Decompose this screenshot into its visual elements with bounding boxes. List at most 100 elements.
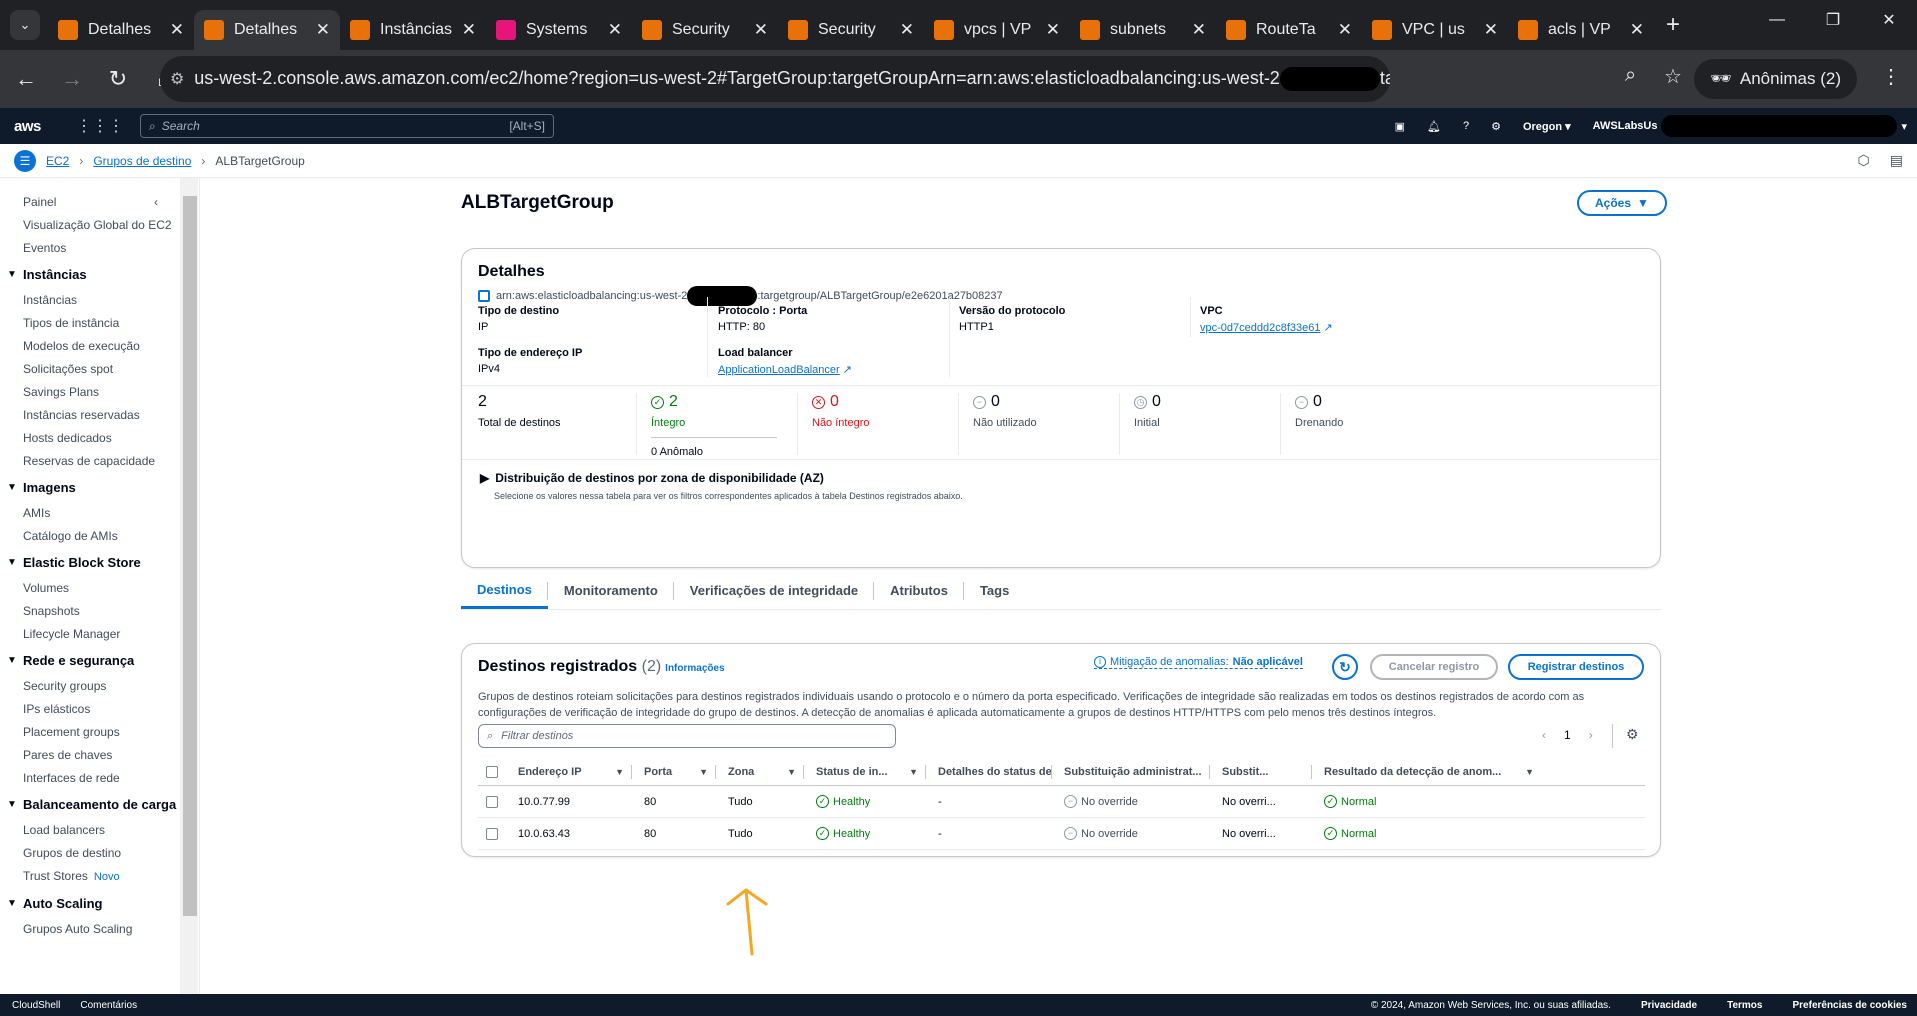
- sidebar-item[interactable]: Modelos de execução: [23, 338, 180, 354]
- close-tab-icon[interactable]: ✕: [1192, 20, 1206, 40]
- tab-search-button[interactable]: ⌄: [10, 10, 40, 40]
- browser-tab[interactable]: Instâncias ✕: [340, 10, 486, 50]
- column-header[interactable]: Porta ▼: [632, 758, 716, 785]
- sidebar-item[interactable]: Savings Plans: [23, 384, 180, 400]
- cookies-link[interactable]: Preferências de cookies: [1792, 1000, 1907, 1011]
- browser-tab[interactable]: Security ✕: [778, 10, 924, 50]
- tab-destinos[interactable]: Destinos: [461, 572, 548, 609]
- close-tab-icon[interactable]: ✕: [1630, 20, 1644, 40]
- sidebar-item[interactable]: Tipos de instância: [23, 315, 180, 331]
- sidebar-section-header[interactable]: ▼ Instâncias: [7, 267, 180, 283]
- sidebar-section-header[interactable]: ▼ Auto Scaling: [7, 896, 180, 912]
- breadcrumb-ec2[interactable]: EC2: [46, 154, 69, 168]
- site-info-icon[interactable]: ⚙: [160, 69, 194, 89]
- sidebar-section-header[interactable]: ▼ Balanceamento de carga: [7, 797, 180, 813]
- anomalous-count[interactable]: 0 Anômalo: [651, 446, 777, 458]
- stat-unhealthy[interactable]: ✕ 0 Não íntegro: [812, 393, 869, 429]
- close-tab-icon[interactable]: ✕: [1046, 20, 1060, 40]
- browser-tab[interactable]: Detalhes ✕: [194, 10, 340, 50]
- feedback-link[interactable]: Comentários: [80, 1000, 137, 1011]
- maximize-icon[interactable]: ❐: [1805, 0, 1861, 40]
- browser-menu-icon[interactable]: ⋮: [1881, 64, 1901, 89]
- help-icon[interactable]: ?: [1463, 120, 1469, 132]
- zoom-search-icon[interactable]: ⌕: [1625, 64, 1636, 87]
- column-header[interactable]: Substit...: [1210, 758, 1312, 785]
- sort-caret-icon[interactable]: ▼: [615, 767, 624, 777]
- address-bar[interactable]: ⚙ us-west-2.console.aws.amazon.com/ec2/h…: [160, 56, 1390, 102]
- cloudshell-link[interactable]: CloudShell: [12, 1000, 60, 1011]
- sidebar-item[interactable]: IPs elásticos: [23, 701, 180, 717]
- url-text[interactable]: us-west-2.console.aws.amazon.com/ec2/hom…: [194, 67, 1390, 91]
- close-tab-icon[interactable]: ✕: [1338, 20, 1352, 40]
- next-page-icon[interactable]: ›: [1589, 728, 1593, 742]
- checkbox[interactable]: [486, 765, 498, 778]
- browser-tab[interactable]: Systems ✕: [486, 10, 632, 50]
- notifications-bell-icon[interactable]: 🔔︎: [1427, 120, 1441, 133]
- collapse-chevron-icon[interactable]: ‹: [154, 194, 158, 210]
- browser-tab[interactable]: Detalhes ✕: [48, 10, 194, 50]
- sidebar-item[interactable]: AMIs: [23, 505, 180, 521]
- sidebar-item[interactable]: Load balancers: [23, 822, 180, 838]
- deregister-button[interactable]: Cancelar registro: [1370, 654, 1498, 680]
- services-grid-icon[interactable]: ⋮⋮⋮: [76, 116, 124, 136]
- copy-icon[interactable]: [478, 290, 490, 302]
- load-balancer-link[interactable]: ApplicationLoadBalancer: [718, 364, 840, 376]
- sidebar-item[interactable]: Volumes: [23, 580, 180, 596]
- sidebar-section-header[interactable]: ▼ Elastic Block Store: [7, 555, 180, 571]
- vpc-link[interactable]: vpc-0d7ceddd2c8f33e61: [1200, 322, 1320, 334]
- sidebar-item[interactable]: Instâncias: [23, 292, 180, 308]
- new-tab-button[interactable]: +: [1666, 11, 1680, 39]
- row-checkbox[interactable]: [478, 786, 506, 817]
- stat-unused[interactable]: −0 Não utilizado: [973, 393, 1037, 429]
- sidebar-item[interactable]: Catálogo de AMIs: [23, 528, 180, 544]
- stat-initial[interactable]: ◷ 0 Initial: [1134, 393, 1161, 429]
- sort-caret-icon[interactable]: ▼: [787, 767, 796, 777]
- close-tab-icon[interactable]: ✕: [900, 20, 914, 40]
- browser-tab[interactable]: VPC | us ✕: [1362, 10, 1508, 50]
- back-icon[interactable]: ←: [6, 59, 46, 99]
- current-page[interactable]: 1: [1564, 728, 1571, 742]
- sidebar-section-header[interactable]: ▼ Imagens: [7, 480, 180, 496]
- column-header[interactable]: Status de in... ▼: [804, 758, 926, 785]
- sidebar-item[interactable]: Eventos: [23, 240, 180, 256]
- sidebar-item[interactable]: Instâncias reservadas: [23, 407, 180, 423]
- column-header[interactable]: Endereço IP ▼: [506, 758, 632, 785]
- minimize-icon[interactable]: —: [1749, 0, 1805, 40]
- stat-draining[interactable]: −0 Drenando: [1295, 393, 1343, 429]
- sort-caret-icon[interactable]: ▼: [1525, 767, 1534, 777]
- tab-atributos[interactable]: Atributos: [874, 572, 964, 609]
- menu-hamburger-icon[interactable]: ☰: [14, 149, 36, 172]
- sidebar-item[interactable]: Interfaces de rede: [23, 770, 180, 786]
- privacy-link[interactable]: Privacidade: [1641, 1000, 1697, 1011]
- table-settings-gear-icon[interactable]: ⚙: [1626, 726, 1639, 743]
- sidebar-item[interactable]: Placement groups: [23, 724, 180, 740]
- sidebar-item[interactable]: Hosts dedicados: [23, 430, 180, 446]
- browser-tab[interactable]: vpcs | VP ✕: [924, 10, 1070, 50]
- sidebar-item[interactable]: Grupos Auto Scaling: [23, 921, 180, 937]
- scrollbar-thumb[interactable]: [183, 196, 197, 916]
- sidebar-item[interactable]: Pares de chaves: [23, 747, 180, 763]
- column-header[interactable]: Resultado da detecção de anom... ▼: [1312, 758, 1542, 785]
- region-selector[interactable]: Oregon ▾: [1523, 120, 1571, 133]
- info-link[interactable]: Informações: [665, 663, 724, 674]
- actions-dropdown-button[interactable]: Ações ▼: [1577, 190, 1667, 216]
- sidebar-item-painel[interactable]: Painel: [23, 194, 56, 210]
- browser-tab[interactable]: acls | VP ✕: [1508, 10, 1654, 50]
- notifications-panel-icon[interactable]: ⬡: [1858, 152, 1870, 169]
- aws-search-input[interactable]: ⌕ Search [Alt+S]: [140, 114, 554, 138]
- sidebar-item[interactable]: Grupos de destino: [23, 845, 180, 861]
- filter-targets-input[interactable]: ⌕ Filtrar destinos: [478, 724, 896, 748]
- terms-link[interactable]: Termos: [1727, 1000, 1762, 1011]
- az-distribution-section[interactable]: ▶ Distribuição de destinos por zona de di…: [480, 471, 963, 501]
- row-checkbox[interactable]: [478, 818, 506, 849]
- column-header[interactable]: Detalhes do status de ...: [926, 758, 1052, 785]
- sidebar-item[interactable]: Security groups: [23, 678, 180, 694]
- refresh-icon[interactable]: ↻: [1332, 654, 1358, 680]
- prev-page-icon[interactable]: ‹: [1542, 728, 1546, 742]
- tab-tags[interactable]: Tags: [964, 572, 1025, 609]
- close-tab-icon[interactable]: ✕: [608, 20, 622, 40]
- close-window-icon[interactable]: ✕: [1861, 0, 1917, 40]
- bookmark-star-icon[interactable]: ☆: [1664, 64, 1682, 89]
- cloudshell-icon[interactable]: ▣: [1395, 120, 1405, 133]
- sidebar-section-header[interactable]: ▼ Rede e segurança: [7, 653, 180, 669]
